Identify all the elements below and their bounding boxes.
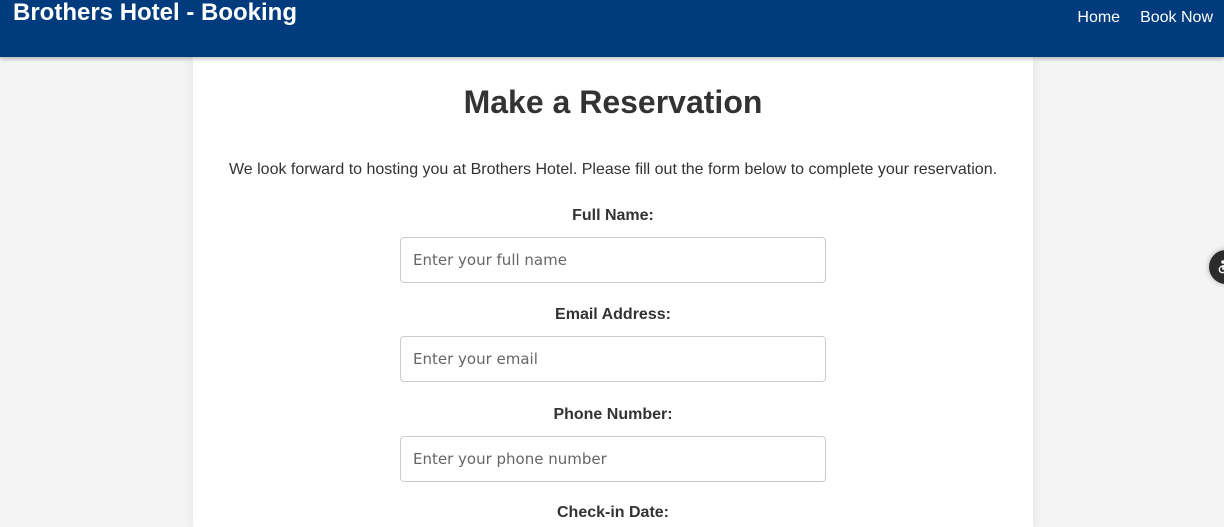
accessibility-widget-button[interactable]: [1209, 250, 1224, 284]
nav-home-link[interactable]: Home: [1077, 9, 1120, 27]
site-brand[interactable]: Brothers Hotel - Booking: [13, 0, 297, 26]
main-nav: Home Book Now: [1077, 9, 1213, 27]
nav-book-now-link[interactable]: Book Now: [1140, 9, 1213, 27]
full-name-label: Full Name:: [572, 207, 654, 224]
accessibility-icon: [1218, 260, 1224, 274]
intro-text: We look forward to hosting you at Brothe…: [228, 161, 998, 178]
phone-input[interactable]: [400, 436, 826, 482]
email-input[interactable]: [400, 336, 826, 382]
email-label: Email Address:: [555, 306, 671, 323]
check-in-date-label: Check-in Date:: [556, 504, 670, 521]
page-title: Make a Reservation: [463, 84, 763, 120]
full-name-input[interactable]: [400, 237, 826, 283]
site-header: Brothers Hotel - Booking Home Book Now: [0, 0, 1224, 57]
reservation-card: Make a Reservation We look forward to ho…: [193, 57, 1033, 527]
phone-label: Phone Number:: [553, 406, 673, 423]
